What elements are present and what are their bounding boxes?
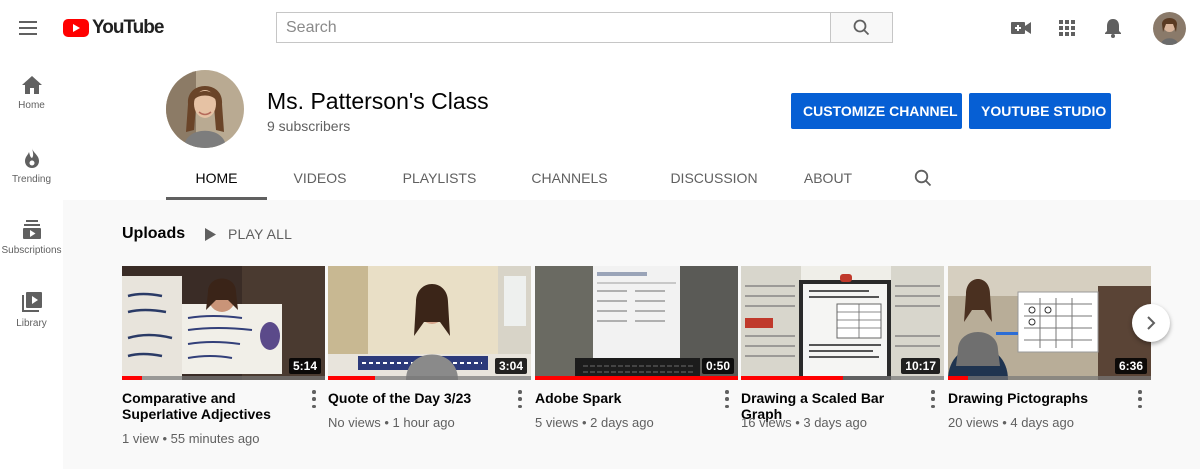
- menu-icon[interactable]: [14, 14, 42, 42]
- sidebar-item-library[interactable]: Library: [0, 272, 63, 336]
- library-icon: [21, 292, 42, 312]
- sidebar-item-label: Library: [16, 318, 47, 329]
- search-bar: [276, 12, 893, 43]
- subscriptions-icon: [22, 220, 41, 239]
- channel-search-button[interactable]: [911, 166, 935, 190]
- play-all-button[interactable]: PLAY ALL: [205, 224, 292, 244]
- sidebar-item-trending[interactable]: Trending: [0, 128, 63, 192]
- youtube-studio-button[interactable]: YOUTUBE STUDIO: [969, 93, 1111, 129]
- tab-playlists[interactable]: PLAYLISTS: [373, 156, 506, 200]
- watch-progress: [741, 376, 944, 380]
- search-icon: [853, 19, 870, 36]
- video-thumbnail[interactable]: 0:50: [535, 266, 738, 380]
- video-meta: 16 views • 3 days ago: [741, 415, 867, 430]
- video-card[interactable]: 6:36 Drawing Pictographs 20 views • 4 da…: [948, 266, 1151, 451]
- apps-grid-icon: [1059, 20, 1075, 36]
- watch-progress: [948, 376, 1151, 380]
- video-thumbnail[interactable]: 5:14: [122, 266, 325, 380]
- sidebar-item-label: Trending: [11, 174, 52, 185]
- watch-progress-fill: [948, 376, 969, 380]
- watch-progress: [328, 376, 531, 380]
- tab-home[interactable]: HOME: [166, 156, 267, 200]
- guide-sidebar: Home Trending Subscriptions Library: [0, 56, 63, 469]
- video-thumbnail[interactable]: 3:04: [328, 266, 531, 380]
- video-duration: 3:04: [494, 358, 527, 374]
- apps-button[interactable]: [1055, 16, 1079, 40]
- youtube-play-logo-icon: [63, 19, 89, 37]
- video-duration: 6:36: [1114, 358, 1147, 374]
- tab-videos[interactable]: VIDEOS: [267, 156, 373, 200]
- video-meta: 1 view • 55 minutes ago: [122, 431, 260, 446]
- subscriber-count: 9 subscribers: [267, 118, 351, 134]
- flame-icon: [24, 148, 39, 168]
- search-icon: [914, 169, 932, 187]
- play-icon: [205, 227, 216, 241]
- video-camera-add-icon: [1011, 22, 1031, 34]
- video-menu-button[interactable]: [724, 390, 730, 408]
- search-button[interactable]: [830, 12, 893, 43]
- video-duration: 5:14: [288, 358, 321, 374]
- home-icon: [21, 76, 42, 94]
- video-card[interactable]: 10:17 Drawing a Scaled Bar Graph 16 view…: [741, 266, 944, 451]
- watch-progress-fill: [535, 376, 738, 380]
- tab-channels[interactable]: CHANNELS: [506, 156, 633, 200]
- create-video-button[interactable]: [1009, 16, 1033, 40]
- account-avatar[interactable]: [1153, 12, 1186, 45]
- sidebar-item-subscriptions[interactable]: Subscriptions: [0, 200, 63, 264]
- video-card[interactable]: 3:04 Quote of the Day 3/23 No views • 1 …: [328, 266, 531, 451]
- video-meta: 20 views • 4 days ago: [948, 415, 1074, 430]
- video-menu-button[interactable]: [311, 390, 317, 408]
- sidebar-item-label: Home: [18, 100, 45, 111]
- video-menu-button[interactable]: [517, 390, 523, 408]
- customize-channel-button[interactable]: CUSTOMIZE CHANNEL: [791, 93, 962, 129]
- sidebar-item-home[interactable]: Home: [0, 56, 63, 120]
- video-duration: 0:50: [701, 358, 734, 374]
- shelf-title[interactable]: Uploads: [122, 225, 185, 243]
- watch-progress: [122, 376, 325, 380]
- video-menu-button[interactable]: [1137, 390, 1143, 408]
- sidebar-item-label: Subscriptions: [1, 245, 62, 256]
- tab-about[interactable]: ABOUT: [784, 156, 872, 200]
- logo-text: YouTube: [92, 17, 164, 38]
- tab-discussion[interactable]: DISCUSSION: [644, 156, 784, 200]
- watch-progress: [535, 376, 738, 380]
- search-input[interactable]: [276, 12, 830, 43]
- notifications-button[interactable]: [1101, 16, 1125, 40]
- video-duration: 10:17: [901, 358, 940, 374]
- video-meta: No views • 1 hour ago: [328, 415, 455, 430]
- masthead: YouTube: [0, 0, 1200, 56]
- video-menu-button[interactable]: [930, 390, 936, 408]
- video-card[interactable]: 5:14 Comparative and Superlative Adjecti…: [122, 266, 325, 451]
- channel-header: Ms. Patterson's Class 9 subscribers CUST…: [63, 56, 1200, 200]
- video-thumbnail[interactable]: 6:36: [948, 266, 1151, 380]
- watch-progress-fill: [741, 376, 843, 380]
- channel-avatar: [166, 70, 244, 148]
- video-meta: 5 views • 2 days ago: [535, 415, 654, 430]
- watch-progress-fill: [328, 376, 375, 380]
- play-all-label: PLAY ALL: [228, 226, 293, 242]
- channel-name: Ms. Patterson's Class: [267, 88, 489, 114]
- video-title[interactable]: Drawing Pictographs: [948, 390, 1128, 406]
- video-title[interactable]: Comparative and Superlative Adjectives: [122, 390, 302, 422]
- bell-icon: [1105, 19, 1121, 38]
- video-card[interactable]: 0:50 Adobe Spark 5 views • 2 days ago: [535, 266, 738, 451]
- video-title[interactable]: Quote of the Day 3/23: [328, 390, 508, 406]
- shelf-next-button[interactable]: [1132, 304, 1170, 342]
- chevron-right-icon: [1147, 316, 1156, 330]
- video-thumbnail[interactable]: 10:17: [741, 266, 944, 380]
- video-title[interactable]: Adobe Spark: [535, 390, 715, 406]
- watch-progress-fill: [122, 376, 143, 380]
- youtube-logo[interactable]: YouTube: [63, 17, 164, 39]
